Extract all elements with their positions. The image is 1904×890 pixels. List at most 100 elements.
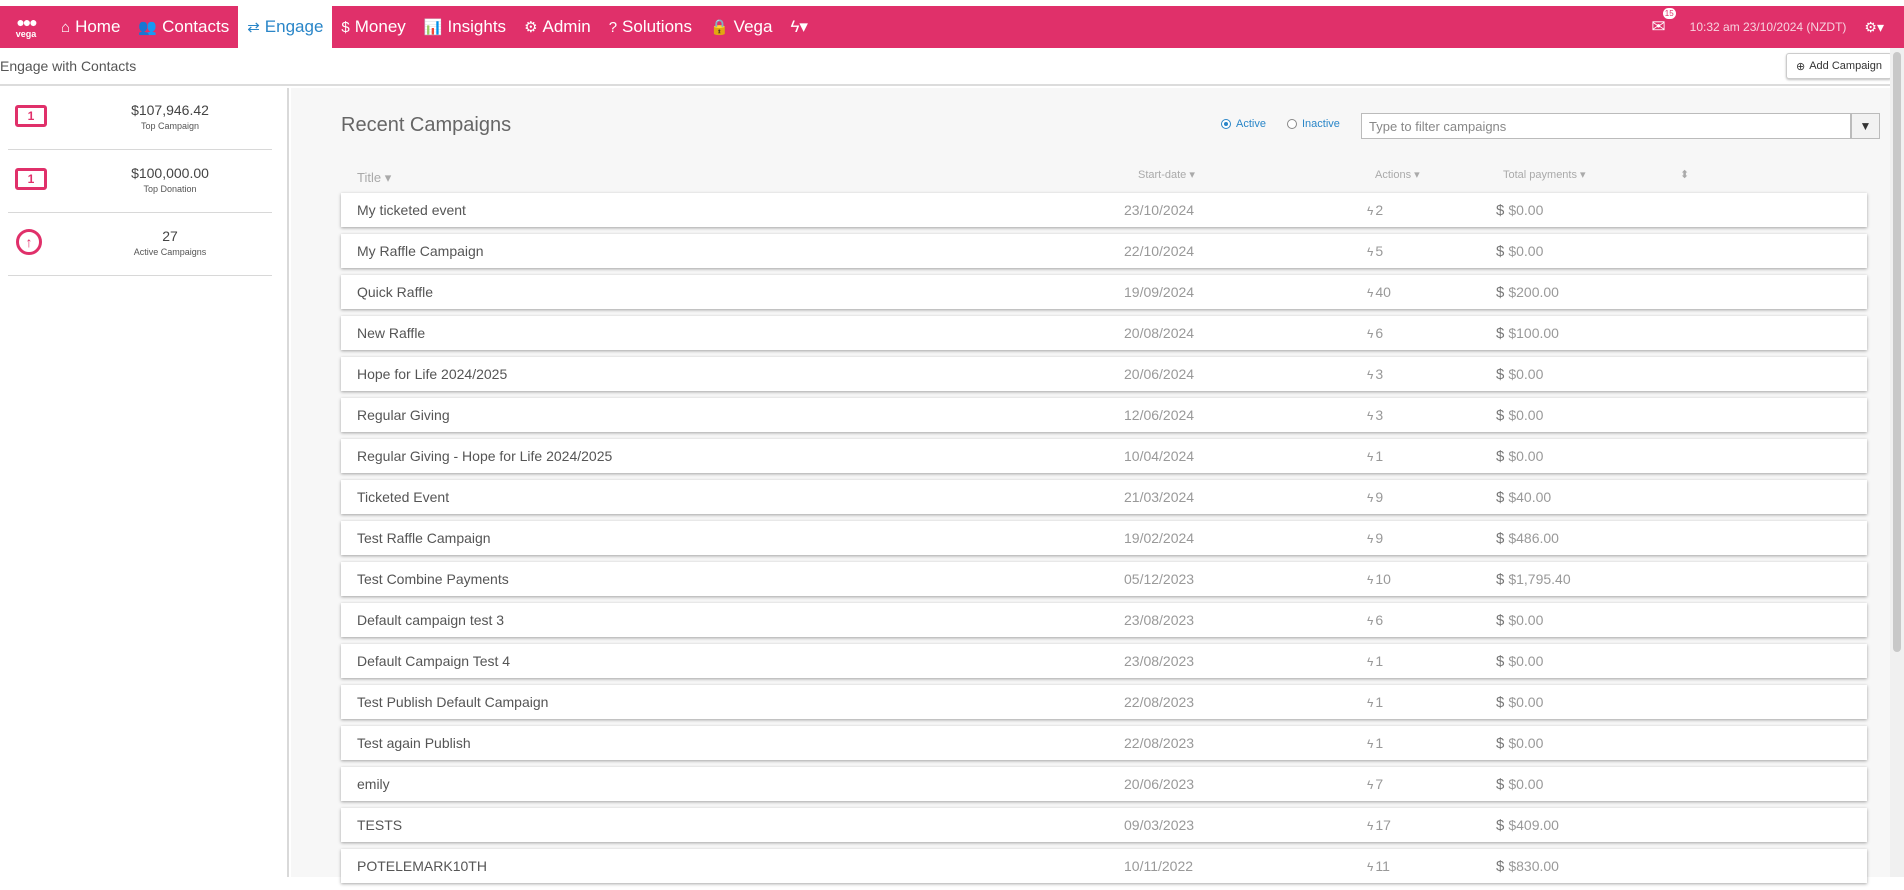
nav-solutions[interactable]: ? Solutions: [600, 6, 701, 48]
nav-admin[interactable]: ⚙ Admin: [515, 6, 600, 48]
nav-vega[interactable]: 🔒 Vega: [701, 6, 781, 48]
campaign-title[interactable]: POTELEMARK10TH: [357, 858, 487, 874]
campaign-actions: ϟ 40: [1367, 284, 1391, 300]
nav-home[interactable]: ⌂ Home: [52, 6, 129, 48]
nav-insights[interactable]: 📊 Insights: [415, 6, 515, 48]
nav-label: Money: [354, 17, 406, 36]
quick-actions-menu[interactable]: ϟ▾: [781, 6, 817, 48]
recent-campaigns-heading: Recent Campaigns: [341, 114, 512, 136]
campaign-total-payments: $ $486.00: [1496, 530, 1559, 547]
column-header-total-payments[interactable]: Total payments ▾: [1503, 168, 1586, 181]
campaign-total-payments: $ $100.00: [1496, 325, 1559, 342]
campaign-start-date: 23/10/2024: [1124, 202, 1195, 218]
actions-count: 3: [1375, 366, 1384, 382]
bolt-icon: ϟ: [1367, 532, 1374, 546]
campaign-title[interactable]: Regular Giving: [357, 407, 450, 423]
page-scrollbar[interactable]: [1890, 48, 1904, 877]
bolt-icon: ϟ: [1367, 737, 1374, 751]
campaign-total-payments: $ $0.00: [1496, 407, 1543, 424]
scrollbar-thumb[interactable]: [1893, 52, 1901, 652]
messages-button[interactable]: ✉ 15: [1651, 8, 1676, 37]
campaign-actions: ϟ1: [1367, 735, 1383, 751]
active-radio[interactable]: Active: [1221, 118, 1266, 130]
bolt-icon: ϟ: [1367, 819, 1374, 833]
campaign-row[interactable]: New Raffle 20/08/2024 ϟ 6 $ $100.00: [341, 316, 1867, 350]
campaign-total-payments: $ $830.00: [1496, 858, 1559, 875]
campaign-row[interactable]: My ticketed event 23/10/2024 ϟ 2 $ $0.00: [341, 193, 1867, 227]
actions-count: 1: [1375, 735, 1384, 751]
vega-logo[interactable]: ●●● vega: [0, 6, 52, 48]
campaign-total-payments: $ $409.00: [1496, 817, 1559, 834]
campaign-title[interactable]: Test Raffle Campaign: [357, 530, 491, 546]
campaign-row[interactable]: Default Campaign Test 4 23/08/2023 ϟ 1 $ $0.0…: [341, 644, 1867, 678]
campaign-actions: ϟ7: [1367, 776, 1383, 792]
payments-amount: $0.00: [1508, 202, 1544, 218]
payments-amount: $40.00: [1508, 489, 1552, 505]
actions-count: 5: [1375, 243, 1384, 259]
dollar-icon: $: [1496, 858, 1505, 875]
sort-toggle-icon[interactable]: ⬍: [1680, 168, 1689, 181]
campaign-row[interactable]: Test Raffle Campaign 19/02/2024 ϟ 9 $ $486.00: [341, 521, 1867, 555]
people-icon: ●●●: [16, 14, 37, 30]
money-bill-icon: 1: [15, 105, 47, 127]
campaign-start-date: 23/08/2023: [1124, 612, 1195, 628]
campaign-filter-input[interactable]: [1361, 113, 1851, 139]
radio-unselected-icon: [1287, 119, 1297, 129]
column-header-start-date[interactable]: Start-date ▾: [1138, 168, 1195, 181]
payments-amount: $0.00: [1508, 448, 1544, 464]
campaign-title[interactable]: New Raffle: [357, 325, 425, 341]
active-radio-label: Active: [1236, 118, 1266, 130]
actions-count: 1: [1375, 653, 1384, 669]
actions-count: 40: [1375, 284, 1391, 300]
bolt-icon: ϟ: [1367, 409, 1374, 423]
dollar-icon: $: [1496, 325, 1505, 342]
stat-active-campaigns: ↑ 27 Active Campaigns: [8, 214, 272, 276]
inactive-radio[interactable]: Inactive: [1287, 118, 1340, 130]
settings-menu-icon[interactable]: ⚙▾: [1864, 19, 1884, 36]
campaign-title[interactable]: Regular Giving - Hope for Life 2024/2025: [357, 448, 612, 464]
campaign-row[interactable]: Test again Publish 22/08/2023 ϟ 1 $ $0.00: [341, 726, 1867, 760]
campaign-title[interactable]: My Raffle Campaign: [357, 243, 484, 259]
campaign-row[interactable]: Quick Raffle 19/09/2024 ϟ 40 $ $200.00: [341, 275, 1867, 309]
payments-amount: $0.00: [1508, 653, 1544, 669]
campaign-row[interactable]: emily 20/06/2023 ϟ 7 $ $0.00: [341, 767, 1867, 801]
campaign-title[interactable]: Test again Publish: [357, 735, 471, 751]
campaign-row[interactable]: Regular Giving - Hope for Life 2024/2025…: [341, 439, 1867, 473]
campaign-title[interactable]: Quick Raffle: [357, 284, 433, 300]
nav-money[interactable]: $ Money: [332, 6, 414, 48]
add-campaign-button[interactable]: ⊕ Add Campaign: [1786, 53, 1892, 79]
nav-label: Solutions: [622, 17, 692, 36]
column-header-title[interactable]: Title ▾: [357, 170, 391, 186]
campaign-title[interactable]: Hope for Life 2024/2025: [357, 366, 507, 382]
actions-count: 10: [1375, 571, 1391, 587]
campaign-row[interactable]: Test Combine Payments 05/12/2023 ϟ 10 $ $1,79…: [341, 562, 1867, 596]
campaign-row[interactable]: My Raffle Campaign 22/10/2024 ϟ 5 $ $0.00: [341, 234, 1867, 268]
filter-button[interactable]: ▼: [1851, 113, 1880, 139]
campaign-title[interactable]: My ticketed event: [357, 202, 466, 218]
campaign-actions: ϟ6: [1367, 612, 1383, 628]
campaign-title[interactable]: Test Combine Payments: [357, 571, 509, 587]
campaign-row[interactable]: Ticketed Event 21/03/2024 ϟ 9 $ $40.00: [341, 480, 1867, 514]
campaign-start-date: 22/08/2023: [1124, 735, 1195, 751]
column-header-actions[interactable]: Actions ▾: [1375, 168, 1420, 181]
campaign-row[interactable]: Regular Giving 12/06/2024 ϟ 3 $ $0.00: [341, 398, 1867, 432]
campaign-actions: ϟ1: [1367, 694, 1383, 710]
campaign-row[interactable]: Default campaign test 3 23/08/2023 ϟ 6 $ $0.0…: [341, 603, 1867, 637]
nav-contacts[interactable]: 👥 Contacts: [129, 6, 238, 48]
campaign-total-payments: $ $0.00: [1496, 448, 1543, 465]
campaign-total-payments: $ $0.00: [1496, 735, 1543, 752]
campaign-title[interactable]: Default Campaign Test 4: [357, 653, 510, 669]
campaign-title[interactable]: emily: [357, 776, 390, 792]
nav-engage[interactable]: ⇄ Engage: [238, 6, 333, 48]
bolt-icon: ϟ: [1367, 573, 1374, 587]
payments-amount: $830.00: [1508, 858, 1559, 874]
campaign-title[interactable]: Ticketed Event: [357, 489, 449, 505]
campaign-row[interactable]: POTELEMARK10TH 10/11/2022 ϟ 11 $ $830.00: [341, 849, 1867, 883]
dollar-icon: $: [1496, 284, 1505, 301]
campaign-row[interactable]: Test Publish Default Campaign 22/08/2023 ϟ…: [341, 685, 1867, 719]
campaign-title[interactable]: TESTS: [357, 817, 402, 833]
campaign-title[interactable]: Test Publish Default Campaign: [357, 694, 548, 710]
campaign-title[interactable]: Default campaign test 3: [357, 612, 504, 628]
campaign-row[interactable]: Hope for Life 2024/2025 20/06/2024 ϟ 3 $ $0.0…: [341, 357, 1867, 391]
campaign-row[interactable]: TESTS 09/03/2023 ϟ 17 $ $409.00: [341, 808, 1867, 842]
